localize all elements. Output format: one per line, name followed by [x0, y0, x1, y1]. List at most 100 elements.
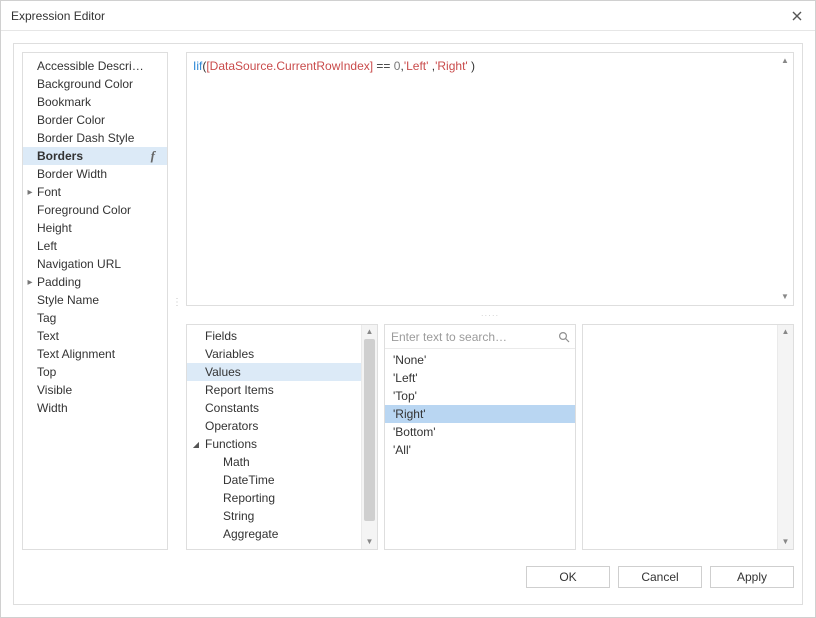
window-title: Expression Editor — [11, 9, 787, 23]
value-label: 'Top' — [393, 389, 417, 403]
value-label: 'None' — [393, 353, 426, 367]
cancel-button[interactable]: Cancel — [618, 566, 702, 588]
property-label: Border Color — [37, 113, 105, 127]
category-item[interactable]: Operators — [187, 417, 361, 435]
category-label: Variables — [205, 347, 254, 361]
value-item[interactable]: 'Top' — [385, 387, 575, 405]
category-item[interactable]: DateTime — [187, 471, 361, 489]
vertical-splitter[interactable] — [174, 52, 180, 550]
value-label: 'Left' — [393, 371, 418, 385]
property-label: Tag — [37, 311, 56, 325]
expression-panel: ▲ Iif([DataSource.CurrentRowIndex] == 0,… — [186, 52, 794, 306]
apply-button[interactable]: Apply — [710, 566, 794, 588]
property-item[interactable]: Accessible Descri… — [23, 57, 167, 75]
value-item[interactable]: 'None' — [385, 351, 575, 369]
value-item[interactable]: 'All' — [385, 441, 575, 459]
category-item[interactable]: Aggregate — [187, 525, 361, 543]
property-label: Top — [37, 365, 56, 379]
ok-button[interactable]: OK — [526, 566, 610, 588]
category-item[interactable]: Math — [187, 453, 361, 471]
horizontal-splitter[interactable]: ····· — [186, 312, 794, 318]
scroll-up-icon[interactable]: ▲ — [778, 325, 793, 339]
content-frame: Accessible Descri… Background Color Bookma… — [13, 43, 803, 605]
property-label: Foreground Color — [37, 203, 131, 217]
description-scrollbar[interactable]: ▲ ▼ — [777, 325, 793, 549]
chevron-down-icon[interactable]: ◢ — [191, 440, 201, 449]
property-label: Style Name — [37, 293, 99, 307]
category-label: DateTime — [223, 473, 275, 487]
properties-list[interactable]: Accessible Descri… Background Color Bookma… — [23, 53, 167, 549]
value-label: 'Bottom' — [393, 425, 436, 439]
property-item[interactable]: Text Alignment — [23, 345, 167, 363]
value-item[interactable]: 'Left' — [385, 369, 575, 387]
property-item[interactable]: Text — [23, 327, 167, 345]
property-label: Height — [37, 221, 72, 235]
category-label: String — [223, 509, 254, 523]
property-label: Border Width — [37, 167, 107, 181]
property-item[interactable]: ▸Padding — [23, 273, 167, 291]
property-item[interactable]: Border Width — [23, 165, 167, 183]
category-item[interactable]: Report Items — [187, 381, 361, 399]
categories-list[interactable]: Fields Variables ValuesReport ItemsConstan… — [187, 325, 361, 549]
property-item[interactable]: Background Color — [23, 75, 167, 93]
category-item[interactable]: ◢Functions — [187, 435, 361, 453]
property-item[interactable]: Border Color — [23, 111, 167, 129]
category-label: Aggregate — [223, 527, 278, 541]
expr-bracketed: [DataSource.CurrentRowIndex] — [206, 59, 373, 73]
property-label: Left — [37, 239, 57, 253]
category-label: Operators — [205, 419, 258, 433]
expr-str1: 'Left' — [404, 59, 429, 73]
fx-icon: f — [151, 148, 161, 164]
scroll-down-icon[interactable]: ▼ — [779, 291, 791, 303]
property-item[interactable]: Visible — [23, 381, 167, 399]
property-item[interactable]: Tag — [23, 309, 167, 327]
scroll-up-icon[interactable]: ▲ — [362, 325, 377, 339]
description-panel: ▲ ▼ — [582, 324, 794, 550]
category-item[interactable]: Values — [187, 363, 361, 381]
values-list[interactable]: 'None' 'Left' 'Top' 'Right' 'Bottom' 'All' — [385, 349, 575, 549]
expr-str2: 'Right' — [435, 59, 468, 73]
scroll-thumb[interactable] — [364, 339, 375, 521]
property-item[interactable]: Left — [23, 237, 167, 255]
title-bar: Expression Editor — [1, 1, 815, 31]
property-item[interactable]: Style Name — [23, 291, 167, 309]
property-item[interactable]: ▸Font — [23, 183, 167, 201]
category-item[interactable]: Variables — [187, 345, 361, 363]
categories-scrollbar[interactable]: ▲ ▼ — [361, 325, 377, 549]
property-label: Background Color — [37, 77, 133, 91]
property-item[interactable]: Width — [23, 399, 167, 417]
category-item[interactable]: Constants — [187, 399, 361, 417]
value-item[interactable]: 'Bottom' — [385, 423, 575, 441]
property-item[interactable]: Border Dash Style — [23, 129, 167, 147]
search-input[interactable] — [385, 325, 553, 348]
scroll-down-icon[interactable]: ▼ — [778, 535, 793, 549]
chevron-right-icon[interactable]: ▸ — [25, 187, 35, 198]
chevron-right-icon[interactable]: ▸ — [25, 277, 35, 288]
close-icon[interactable] — [787, 6, 807, 26]
category-item[interactable]: String — [187, 507, 361, 525]
property-item[interactable]: Foreground Color — [23, 201, 167, 219]
property-label: Width — [37, 401, 68, 415]
category-label: Math — [223, 455, 250, 469]
property-item[interactable]: Navigation URL — [23, 255, 167, 273]
property-label: Borders — [37, 149, 83, 163]
property-item[interactable]: Height — [23, 219, 167, 237]
top-row: Accessible Descri… Background Color Bookma… — [22, 52, 794, 550]
search-row — [385, 325, 575, 349]
category-item[interactable]: Reporting — [187, 489, 361, 507]
scroll-down-icon[interactable]: ▼ — [362, 535, 377, 549]
value-item[interactable]: 'Right' — [385, 405, 575, 423]
property-item[interactable]: Top — [23, 363, 167, 381]
button-row: OK Cancel Apply — [22, 558, 794, 590]
category-item[interactable]: Fields — [187, 327, 361, 345]
property-label: Border Dash Style — [37, 131, 134, 145]
property-label: Visible — [37, 383, 72, 397]
client-area: Accessible Descri… Background Color Bookma… — [1, 31, 815, 617]
category-label: Fields — [205, 329, 237, 343]
search-icon[interactable] — [553, 331, 575, 343]
expression-editor[interactable]: Iif([DataSource.CurrentRowIndex] == 0,'L… — [193, 59, 777, 299]
scroll-up-icon[interactable]: ▲ — [779, 55, 791, 67]
values-panel: 'None' 'Left' 'Top' 'Right' 'Bottom' 'All' — [384, 324, 576, 550]
property-item[interactable]: Bookmark — [23, 93, 167, 111]
property-item[interactable]: Borders f — [23, 147, 167, 165]
